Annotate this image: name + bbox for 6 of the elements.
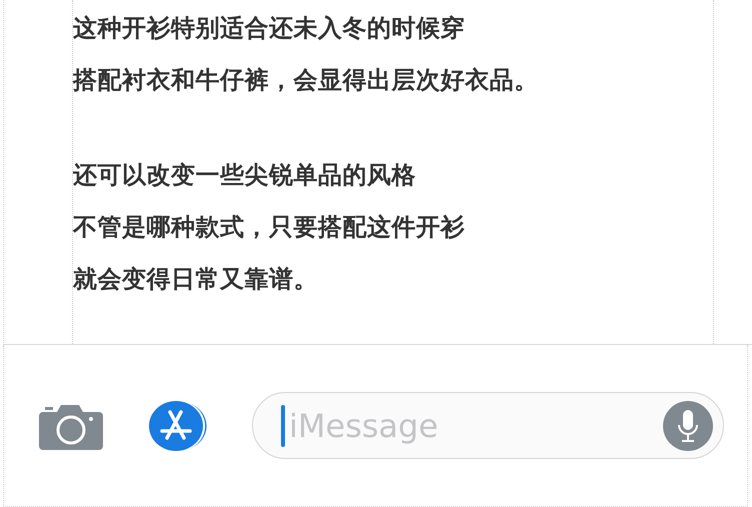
text-line: 这种开衫特别适合还未入冬的时候穿 bbox=[73, 13, 466, 44]
text-line: 搭配衬衣和牛仔裤，会显得出层次好衣品。 bbox=[73, 65, 540, 96]
microphone-icon[interactable] bbox=[663, 400, 713, 450]
text-line: 就会变得日常又靠谱。 bbox=[73, 264, 319, 295]
text-line: 还可以改变一些尖锐单品的风格 bbox=[73, 160, 417, 191]
text-line: 不管是哪种款式，只要搭配这件开衫 bbox=[73, 212, 466, 243]
